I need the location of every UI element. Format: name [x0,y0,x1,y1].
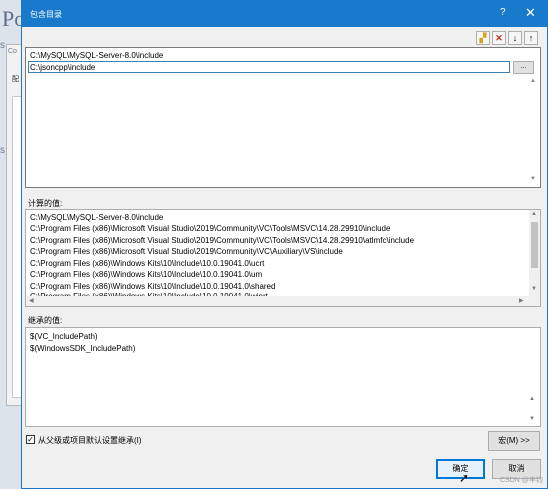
scroll-up-arrow-icon[interactable]: ▲ [530,78,536,84]
delete-icon[interactable]: ✕ [492,31,506,45]
list-item: $(VC_IncludePath) [30,332,98,341]
editor-line[interactable]: C:\MySQL\MySQL-Server-8.0\include [30,51,163,60]
editor-line[interactable]: C:\jsoncpp\include [30,63,95,72]
scroll-down-arrow-icon[interactable]: ▼ [529,416,535,422]
close-icon[interactable]: ✕ [525,5,536,21]
scroll-right-arrow-icon[interactable]: ▶ [519,297,524,304]
list-item: C:\Program Files (x86)\Microsoft Visual … [30,236,415,245]
inherit-checkbox[interactable]: ✓ [26,435,35,444]
inherited-values-label: 继承的值: [28,316,63,325]
help-button[interactable]: ? [500,7,506,18]
horizontal-scrollbar[interactable]: ◀ ▶ [26,296,540,306]
computed-values-label: 计算的值: [28,199,63,208]
mouse-pointer-icon: ➚ [459,471,470,485]
editor-current-line-field[interactable] [28,61,510,73]
list-item: C:\MySQL\MySQL-Server-8.0\include [30,213,164,222]
scroll-up-arrow-icon[interactable]: ▲ [531,211,537,217]
inherit-checkbox-label[interactable]: 从父级或项目默认设置继承(I) [38,435,142,446]
background-side-mark: s [0,40,5,51]
scroll-left-arrow-icon[interactable]: ◀ [29,297,34,304]
dialog-titlebar[interactable]: 包含目录 ? ✕ [22,1,547,27]
move-down-icon[interactable]: ↓ [508,31,522,45]
folder-icon[interactable]: ▞ [476,31,490,45]
dialog-title: 包含目录 [30,10,62,19]
list-item: C:\Program Files (x86)\Windows Kits\10\I… [30,259,265,268]
background-tab: Co [8,48,17,55]
list-item: C:\Program Files (x86)\Windows Kits\10\I… [30,282,276,291]
list-item: C:\Program Files (x86)\Microsoft Visual … [30,224,391,233]
list-item: C:\Program Files (x86)\Microsoft Visual … [30,247,343,256]
background-label: 配 [12,76,19,83]
scrollbar-thumb[interactable] [531,222,538,268]
include-directories-dialog: 包含目录 ? ✕ ▞ ✕ ↓ ↑ C:\MySQL\MySQL-Server-8… [21,0,548,489]
scroll-up-arrow-icon[interactable]: ▲ [529,396,535,402]
computed-values-list[interactable]: C:\MySQL\MySQL-Server-8.0\include C:\Pro… [25,209,541,307]
move-up-icon[interactable]: ↑ [524,31,538,45]
browse-button[interactable]: ... [513,61,534,74]
vertical-scrollbar[interactable]: ▲ ▼ [529,210,540,296]
list-item: C:\Program Files (x86)\Windows Kits\10\I… [30,270,263,279]
list-item: $(WindowsSDK_IncludePath) [30,344,136,353]
macros-button[interactable]: 宏(M) >> [488,431,540,451]
include-paths-editor[interactable]: C:\MySQL\MySQL-Server-8.0\include C:\jso… [25,47,541,188]
watermark: CSDN @丰钧 [500,477,543,484]
background-side-mark: s [0,145,5,156]
scroll-down-arrow-icon[interactable]: ▼ [530,176,536,182]
inherited-values-list[interactable]: $(VC_IncludePath) $(WindowsSDK_IncludePa… [25,327,541,427]
scroll-down-arrow-icon[interactable]: ▼ [531,286,537,292]
